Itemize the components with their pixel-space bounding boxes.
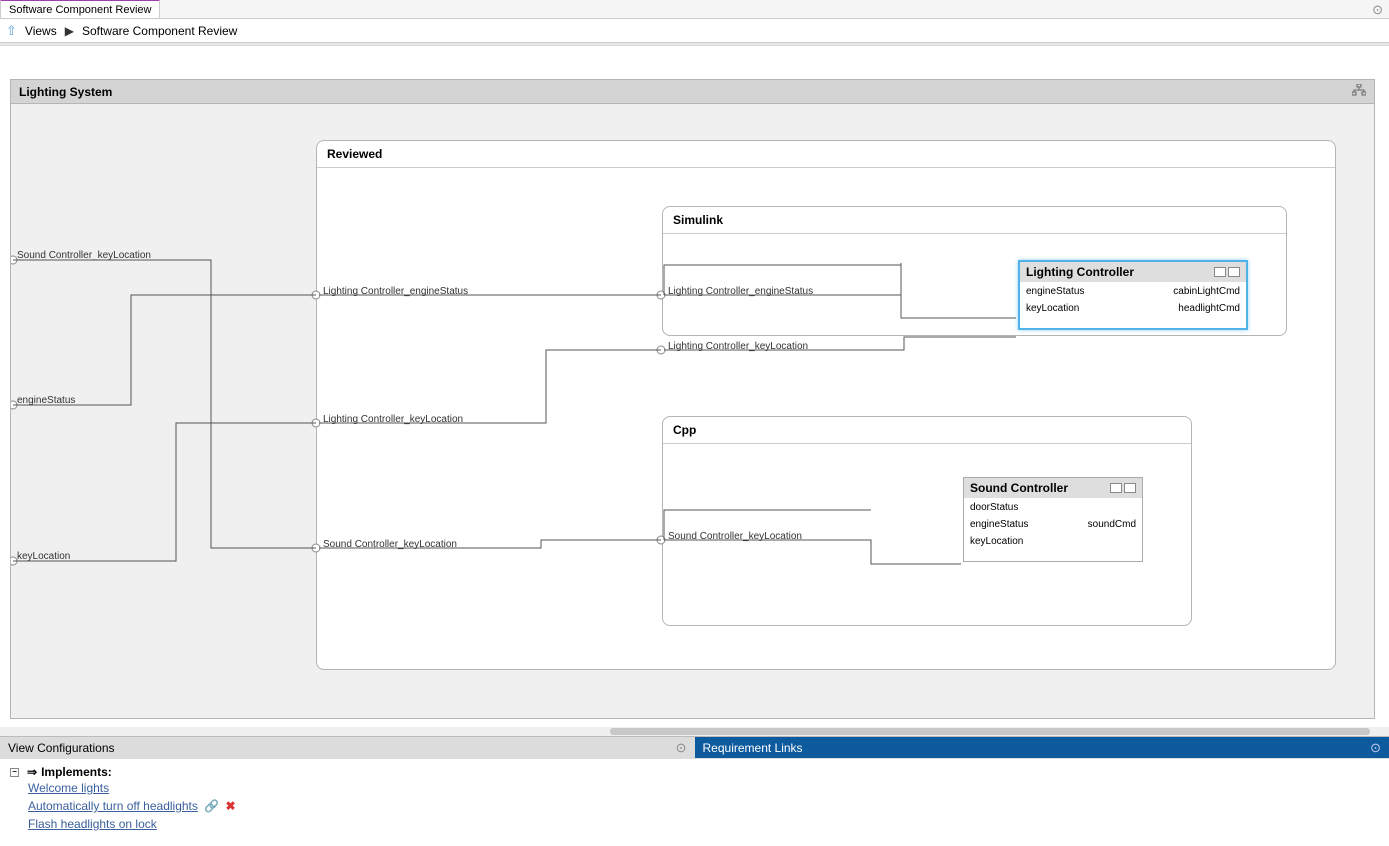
block-body: doorStatus engineStatus keyLocation soun…	[964, 498, 1142, 551]
port-out: headlightCmd	[1173, 303, 1240, 314]
block-icon[interactable]	[1214, 267, 1226, 277]
port-in: engineStatus	[1026, 286, 1084, 297]
lighting-controller-block[interactable]: Lighting Controller engineStatus keyLoca…	[1018, 260, 1248, 330]
port-in: keyLocation	[970, 536, 1028, 547]
requirement-link[interactable]: Automatically turn off headlights	[28, 799, 198, 813]
panel-title: View Configurations	[8, 741, 115, 755]
port-in: engineStatus	[970, 519, 1028, 530]
close-icon[interactable]: ⊙	[1372, 2, 1383, 18]
block-title: Lighting Controller	[1026, 265, 1134, 279]
breadcrumb-current[interactable]: Software Component Review	[82, 24, 237, 38]
port-in: keyLocation	[1026, 303, 1084, 314]
simulink-group[interactable]: Simulink Lighting Controller engineStatu…	[662, 206, 1287, 336]
view-configurations-panel[interactable]: View Configurations ⊙	[0, 736, 695, 758]
reviewed-group[interactable]: Reviewed Simulink Lighting Controller en…	[316, 140, 1336, 670]
implements-heading: − ⇒ Implements:	[10, 765, 1379, 779]
port-label: Sound Controller_keyLocation	[668, 531, 802, 542]
block-icon[interactable]	[1124, 483, 1136, 493]
sound-controller-block[interactable]: Sound Controller doorStatus engineStatus…	[963, 477, 1143, 562]
chevron-right-icon: ▶	[65, 24, 74, 38]
simulink-title: Simulink	[663, 207, 1286, 234]
canvas-area[interactable]: Lighting System Reviewed Simulink Lighti…	[0, 46, 1389, 736]
port-label: keyLocation	[17, 551, 70, 562]
tree-collapse-icon[interactable]: −	[10, 768, 19, 777]
port-label: Sound Controller_keyLocation	[17, 250, 151, 261]
group-header: Lighting System	[11, 80, 1374, 104]
cpp-title: Cpp	[663, 417, 1191, 444]
requirement-link[interactable]: Welcome lights	[28, 781, 109, 795]
port-label: Lighting Controller_engineStatus	[668, 286, 813, 297]
home-icon[interactable]: ⇧	[6, 23, 17, 39]
breadcrumb: ⇧ Views ▶ Software Component Review	[0, 19, 1389, 43]
block-header: Lighting Controller	[1020, 262, 1246, 282]
port-label: Lighting Controller_engineStatus	[323, 286, 468, 297]
tab-bar: Software Component Review ⊙	[0, 0, 1389, 19]
requirement-link[interactable]: Flash headlights on lock	[28, 817, 157, 831]
hierarchy-icon[interactable]	[1352, 84, 1366, 99]
implements-label: Implements:	[41, 765, 112, 779]
delete-icon[interactable]: ✖	[226, 799, 236, 813]
breadcrumb-views[interactable]: Views	[25, 24, 57, 38]
port-label: Sound Controller_keyLocation	[323, 539, 457, 550]
port-label: Lighting Controller_keyLocation	[668, 341, 808, 352]
block-icon[interactable]	[1228, 267, 1240, 277]
port-out: cabinLightCmd	[1173, 286, 1240, 297]
panel-title: Requirement Links	[703, 741, 803, 755]
scrollbar-thumb[interactable]	[610, 728, 1370, 735]
tab-label: Software Component Review	[9, 4, 151, 16]
lighting-system-group[interactable]: Lighting System Reviewed Simulink Lighti…	[10, 79, 1375, 719]
collapse-icon[interactable]: ⊙	[676, 740, 687, 756]
tab-active[interactable]: Software Component Review	[0, 0, 160, 18]
cpp-group[interactable]: Cpp Sound Controller doorStatus engineSt…	[662, 416, 1192, 626]
arrow-icon: ⇒	[27, 765, 37, 779]
group-title: Lighting System	[19, 85, 112, 99]
collapse-icon[interactable]: ⊙	[1370, 740, 1381, 756]
block-icon[interactable]	[1110, 483, 1122, 493]
port-label: engineStatus	[17, 395, 75, 406]
horizontal-scrollbar[interactable]	[0, 727, 1389, 736]
unlink-icon[interactable]: 🔗	[204, 799, 219, 813]
block-header: Sound Controller	[964, 478, 1142, 498]
port-in: doorStatus	[970, 502, 1028, 513]
requirement-links-panel[interactable]: Requirement Links ⊙	[695, 736, 1389, 758]
port-label: Lighting Controller_keyLocation	[323, 414, 463, 425]
block-body: engineStatus keyLocation cabinLightCmd h…	[1020, 282, 1246, 318]
reviewed-title: Reviewed	[317, 141, 1335, 168]
requirement-links-body: − ⇒ Implements: Welcome lights Automatic…	[0, 758, 1389, 839]
port-out: soundCmd	[1088, 519, 1136, 530]
bottom-panels: View Configurations ⊙ Requirement Links …	[0, 736, 1389, 758]
block-title: Sound Controller	[970, 481, 1068, 495]
